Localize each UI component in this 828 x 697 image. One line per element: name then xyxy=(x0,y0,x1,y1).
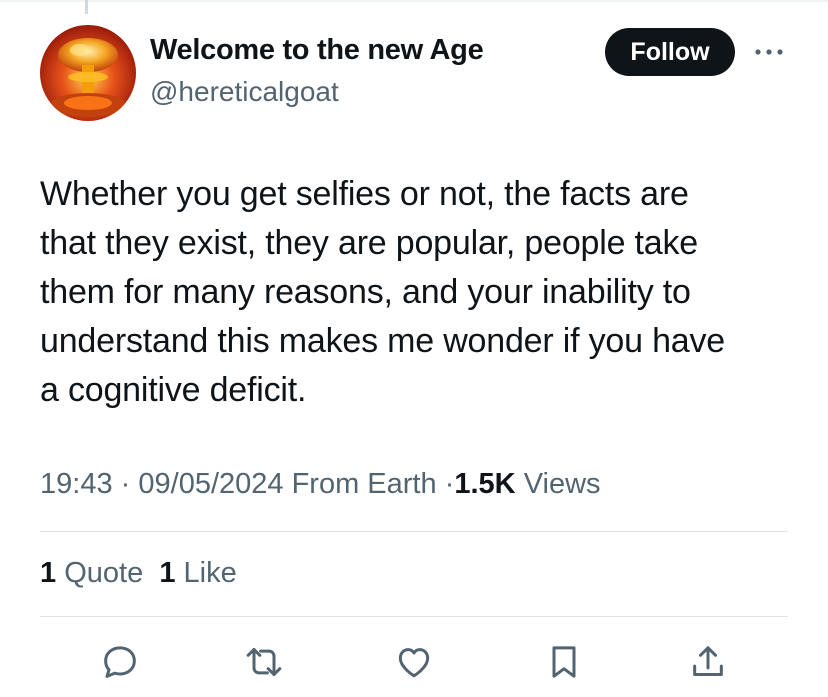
quotes-count: 1 xyxy=(40,557,57,589)
tweet-source: From Earth xyxy=(291,468,437,500)
author-handle[interactable]: @hereticalgoat xyxy=(150,76,339,108)
like-icon[interactable] xyxy=(394,642,434,682)
reply-icon[interactable] xyxy=(100,642,140,682)
tweet-text-line: understand this makes me wonder if you h… xyxy=(40,322,725,360)
quotes-label: Quote xyxy=(64,557,144,589)
follow-button[interactable]: Follow xyxy=(605,28,735,76)
divider xyxy=(40,616,788,617)
top-border xyxy=(0,0,828,2)
author-display-name[interactable]: Welcome to the new Age xyxy=(150,34,484,67)
tweet-time[interactable]: 19:43 xyxy=(40,468,113,500)
avatar[interactable] xyxy=(40,25,136,121)
retweet-icon[interactable] xyxy=(244,642,284,682)
bookmark-icon[interactable] xyxy=(544,642,584,682)
engagement-stats: 1 Quote 1 Like xyxy=(40,557,237,590)
nuclear-explosion-avatar xyxy=(40,25,136,121)
tweet-text-line: Whether you get selfies or not, the fact… xyxy=(40,175,689,213)
views-label: Views xyxy=(523,468,601,500)
tweet-text: Whether you get selfies or not, the fact… xyxy=(40,170,800,415)
likes-label: Like xyxy=(183,557,237,589)
divider xyxy=(40,531,788,532)
quotes-stat[interactable]: 1 Quote xyxy=(40,557,143,589)
more-options-icon[interactable] xyxy=(753,38,785,66)
likes-stat[interactable]: 1 Like xyxy=(159,557,236,589)
thread-connector-line xyxy=(85,0,88,14)
tweet-text-line: them for many reasons, and your inabilit… xyxy=(40,273,691,311)
meta-separator: · xyxy=(444,468,455,500)
tweet-date[interactable]: 09/05/2024 xyxy=(138,468,283,500)
meta-separator: · xyxy=(120,468,131,500)
likes-count: 1 xyxy=(159,557,176,589)
views-count: 1.5K xyxy=(454,468,516,500)
tweet-text-line: a cognitive deficit. xyxy=(40,371,307,409)
share-icon[interactable] xyxy=(688,642,728,682)
tweet-text-line: that they exist, they are popular, peopl… xyxy=(40,224,699,262)
tweet-meta: 19:43 · 09/05/2024 From Earth ·1.5K View… xyxy=(40,468,601,501)
